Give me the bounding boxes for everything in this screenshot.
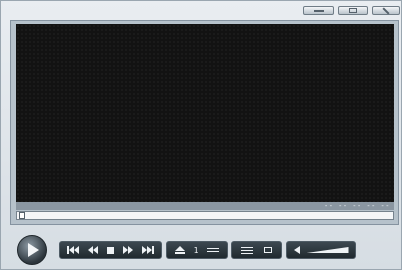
title-bar bbox=[1, 1, 401, 19]
skip-back-icon[interactable] bbox=[67, 246, 80, 254]
eject-icon[interactable] bbox=[174, 246, 185, 254]
close-button[interactable] bbox=[372, 6, 400, 15]
seek-handle[interactable] bbox=[19, 212, 25, 219]
volume-group bbox=[286, 241, 356, 259]
skip-forward-icon[interactable] bbox=[141, 246, 154, 254]
menu-icon[interactable] bbox=[207, 248, 220, 252]
minimize-icon bbox=[313, 9, 324, 12]
playlist-icon[interactable] bbox=[240, 246, 253, 254]
video-display[interactable] bbox=[16, 24, 394, 202]
media-player-window: -- -- -- -- -- 1 bbox=[0, 0, 402, 270]
time-display: -- -- -- -- -- bbox=[323, 202, 390, 210]
maximize-icon bbox=[349, 8, 357, 13]
transport-group bbox=[59, 241, 162, 259]
minimize-button[interactable] bbox=[303, 6, 334, 15]
playlist-group bbox=[231, 241, 282, 259]
video-panel: -- -- -- -- -- bbox=[10, 20, 399, 225]
fullscreen-icon[interactable] bbox=[264, 247, 273, 253]
volume-slider[interactable] bbox=[306, 247, 349, 253]
seek-bar[interactable] bbox=[16, 211, 394, 220]
control-bar: 1 bbox=[11, 232, 396, 266]
play-button[interactable] bbox=[17, 235, 47, 265]
pause-icon[interactable] bbox=[106, 246, 114, 254]
close-icon bbox=[382, 6, 390, 15]
fast-forward-icon[interactable] bbox=[122, 246, 133, 254]
status-strip: -- -- -- -- -- bbox=[16, 202, 394, 210]
chapter-number: 1 bbox=[193, 245, 199, 255]
play-icon bbox=[28, 243, 39, 257]
maximize-button[interactable] bbox=[338, 6, 368, 15]
speaker-icon[interactable] bbox=[293, 246, 300, 254]
chapter-group: 1 bbox=[166, 241, 228, 259]
rewind-icon[interactable] bbox=[88, 246, 99, 254]
